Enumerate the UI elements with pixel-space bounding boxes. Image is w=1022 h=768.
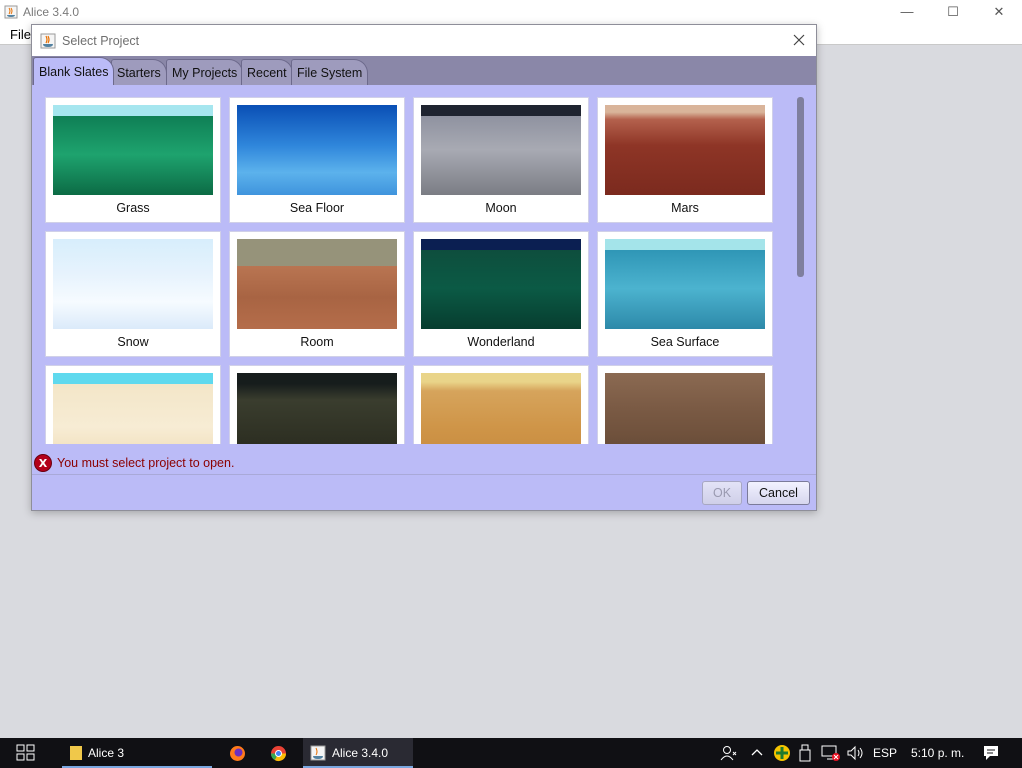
- close-icon[interactable]: [790, 31, 808, 49]
- tab-starters[interactable]: Starters: [111, 59, 167, 85]
- dialog-title: Select Project: [62, 33, 140, 48]
- template-desert-thumbnail-tile[interactable]: [45, 365, 221, 444]
- room-thumbnail: [237, 239, 397, 329]
- template-moon[interactable]: Moon: [413, 97, 589, 223]
- dialog-title-bar: Select Project: [32, 25, 816, 56]
- sea-floor-thumbnail: [237, 105, 397, 195]
- template-dirt-thumbnail-tile[interactable]: [597, 365, 773, 444]
- templates-grid: Grass Sea Floor Moon Mars Snow Room Wond…: [40, 93, 810, 444]
- template-swamp-thumbnail-tile[interactable]: [229, 365, 405, 444]
- taskbar: Alice 3 Alice 3.4.0 ESP 5:10 p. m.: [0, 738, 1022, 768]
- folder-icon: [70, 746, 82, 760]
- taskbar-item-alice-app[interactable]: Alice 3.4.0: [303, 738, 413, 768]
- snow-thumbnail: [53, 239, 213, 329]
- people-icon[interactable]: [720, 745, 738, 761]
- tab-blank-slates[interactable]: Blank Slates: [33, 57, 115, 85]
- chrome-icon[interactable]: [270, 745, 287, 762]
- template-room[interactable]: Room: [229, 231, 405, 357]
- select-project-dialog: Select Project Blank Slates Starters My …: [31, 24, 817, 511]
- scrollbar-thumb[interactable]: [797, 97, 804, 277]
- volume-icon[interactable]: [846, 744, 864, 762]
- tab-recent[interactable]: Recent: [241, 59, 293, 85]
- sand-thumbnail: [421, 373, 581, 444]
- tab-strip: Blank Slates Starters My Projects Recent…: [32, 56, 816, 85]
- swamp-thumbnail: [237, 373, 397, 444]
- language-indicator[interactable]: ESP: [873, 746, 897, 760]
- ok-button[interactable]: OK: [702, 481, 742, 505]
- network-disconnected-icon[interactable]: [821, 744, 841, 762]
- template-wonderland[interactable]: Wonderland: [413, 231, 589, 357]
- template-grass[interactable]: Grass: [45, 97, 221, 223]
- wonderland-thumbnail: [421, 239, 581, 329]
- error-icon: X: [34, 454, 52, 472]
- notifications-icon[interactable]: [982, 744, 1000, 762]
- tab-file-system[interactable]: File System: [291, 59, 369, 85]
- taskbar-item-alice3-folder[interactable]: Alice 3: [62, 738, 212, 768]
- error-message: You must select project to open.: [57, 456, 235, 470]
- java-icon: [40, 33, 56, 48]
- java-icon: [310, 745, 326, 761]
- cancel-button[interactable]: Cancel: [747, 481, 810, 505]
- tab-my-projects[interactable]: My Projects: [166, 59, 244, 85]
- desert-thumbnail: [53, 373, 213, 444]
- task-view-icon[interactable]: [16, 744, 36, 762]
- template-sand-thumbnail-tile[interactable]: [413, 365, 589, 444]
- moon-thumbnail: [421, 105, 581, 195]
- app-title: Alice 3.4.0: [23, 4, 80, 19]
- vertical-scrollbar[interactable]: [796, 97, 806, 447]
- minimize-button[interactable]: —: [884, 0, 930, 23]
- firefox-icon[interactable]: [229, 745, 246, 762]
- dirt-thumbnail: [605, 373, 765, 444]
- security-shield-icon[interactable]: [773, 744, 791, 762]
- grass-thumbnail: [53, 105, 213, 195]
- clock[interactable]: 5:10 p. m.: [911, 746, 964, 760]
- mars-thumbnail: [605, 105, 765, 195]
- template-sea-surface[interactable]: Sea Surface: [597, 231, 773, 357]
- template-snow[interactable]: Snow: [45, 231, 221, 357]
- app-title-bar: Alice 3.4.0 — ☐ ✕: [0, 0, 1022, 23]
- menu-file[interactable]: File: [10, 27, 31, 42]
- divider: [32, 474, 816, 475]
- template-mars[interactable]: Mars: [597, 97, 773, 223]
- sea-surface-thumbnail: [605, 239, 765, 329]
- chevron-up-icon[interactable]: [751, 747, 763, 757]
- status-row: X You must select project to open.: [34, 453, 234, 473]
- maximize-button[interactable]: ☐: [930, 0, 976, 23]
- java-icon: [4, 5, 18, 18]
- usb-device-icon[interactable]: [799, 744, 811, 762]
- close-button[interactable]: ✕: [976, 0, 1022, 23]
- template-sea-floor[interactable]: Sea Floor: [229, 97, 405, 223]
